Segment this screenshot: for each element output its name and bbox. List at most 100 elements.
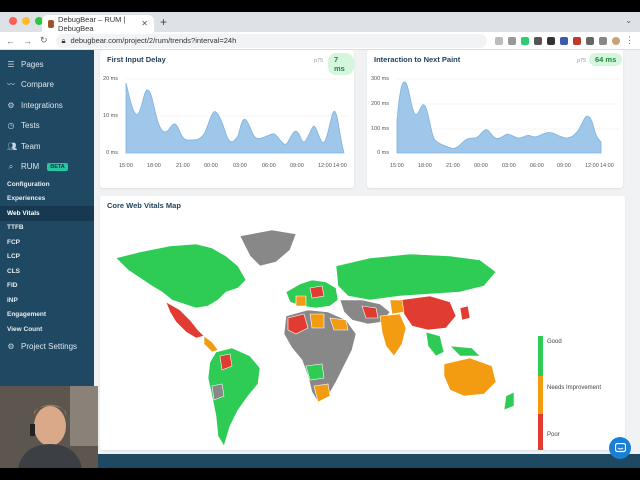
main-content: First Input Delay p75 7 ms 20 ms 10 ms 0… (94, 50, 640, 468)
map-indonesia[interactable] (449, 345, 481, 357)
sidebar-item-label: Project Settings (21, 342, 78, 352)
x-tick: 14:00 (600, 163, 614, 169)
legend-good-swatch (538, 336, 543, 376)
webcam-person-image (0, 386, 98, 468)
sidebar-sub-web-vitals[interactable]: Web Vitals (0, 206, 94, 221)
more-menu-icon[interactable]: ⋮ (625, 35, 634, 46)
map-algeria[interactable] (309, 313, 325, 329)
extension-shield-icon[interactable] (534, 36, 542, 45)
x-tick: 18:00 (147, 163, 161, 169)
sidebar-sub-view-count[interactable]: View Count (0, 322, 94, 337)
map-china[interactable] (399, 295, 457, 331)
sidebar-sub-configuration[interactable]: Configuration (0, 177, 94, 192)
reload-icon[interactable]: ↻ (40, 35, 48, 46)
extension-red-icon[interactable] (573, 36, 581, 45)
sidebar-sub-fcp[interactable]: FCP (0, 235, 94, 250)
map-japan[interactable] (459, 305, 471, 321)
extensions: ⋮ (495, 35, 634, 46)
tab-search-icon[interactable]: ⌄ (625, 16, 632, 25)
sidebar-item-label: Pages (21, 59, 44, 69)
puzzle-icon[interactable] (586, 36, 594, 45)
map-southeast-asia[interactable] (425, 331, 445, 357)
x-tick: 03:00 (502, 163, 516, 169)
sidebar-item-team[interactable]: 👥︎ Team (0, 136, 94, 157)
sidebar-item-pages[interactable]: ☰ Pages (0, 54, 94, 75)
map-russia[interactable] (335, 253, 497, 301)
sidebar-item-integrations[interactable]: ⚙ Integrations (0, 95, 94, 116)
map-india[interactable] (379, 313, 407, 357)
map-north-america[interactable] (115, 243, 247, 309)
new-tab-button[interactable]: + (160, 15, 167, 29)
legend-needs-improvement-swatch (538, 376, 543, 414)
extension-dark-icon[interactable] (547, 36, 555, 45)
fid-card: First Input Delay p75 7 ms 20 ms 10 ms 0… (100, 50, 354, 188)
x-tick: 14:00 (333, 163, 347, 169)
list-icon: ☰ (7, 59, 15, 69)
favicon-icon (48, 19, 55, 28)
tab-title: DebugBear – RUM | DebugBea (58, 14, 126, 33)
fid-area (125, 82, 345, 154)
forward-icon[interactable]: → (23, 36, 32, 46)
map-central-europe[interactable] (309, 285, 325, 299)
x-tick: 03:00 (233, 163, 247, 169)
webcam-overlay (0, 386, 98, 468)
gear-icon: ⚙ (7, 100, 15, 110)
toolbar: ← → ↻ 🔒︎ debugbear.com/project/2/rum/tre… (0, 32, 640, 50)
back-icon[interactable]: ← (6, 36, 15, 46)
extension-green-icon[interactable] (521, 36, 529, 45)
share-icon[interactable] (495, 36, 503, 45)
sidebar-item-tests[interactable]: ◷ Tests (0, 116, 94, 137)
sidebar-sub-fid[interactable]: FID (0, 279, 94, 294)
sidebar-item-compare[interactable]: 〰 Compare (0, 75, 94, 96)
sidebar-icon[interactable] (599, 36, 607, 45)
chat-button[interactable] (609, 437, 631, 459)
sidebar-sub-experiences[interactable]: Experiences (0, 192, 94, 207)
clock-icon: ◷ (7, 121, 15, 131)
x-tick: 18:00 (418, 163, 432, 169)
extension-blue-icon[interactable] (560, 36, 568, 45)
x-tick: 00:00 (474, 163, 488, 169)
search-icon: ⌕ (8, 161, 14, 171)
tab-bar: DebugBear – RUM | DebugBea ✕ + ⌄ (0, 12, 640, 33)
map-central-asia[interactable] (389, 299, 405, 315)
x-tick: 12:00 (318, 163, 332, 169)
sidebar-item-rum[interactable]: ⌕ RUM BETA (0, 157, 94, 178)
lock-icon: 🔒︎ (61, 35, 66, 45)
sidebar-item-project-settings[interactable]: ⚙ Project Settings (0, 337, 94, 358)
sidebar-sub-lcp[interactable]: LCP (0, 250, 94, 265)
avatar[interactable] (612, 36, 620, 45)
sidebar-sub-cls[interactable]: CLS (0, 264, 94, 279)
sidebar-item-label: Team (21, 141, 41, 151)
page-footer (94, 454, 640, 468)
bookmark-star-icon[interactable] (508, 36, 516, 45)
browser-tab[interactable]: DebugBear – RUM | DebugBea ✕ (42, 14, 154, 33)
beta-badge: BETA (47, 162, 68, 171)
sidebar-item-label: RUM (21, 162, 40, 172)
sidebar-sub-inp[interactable]: INP (0, 293, 94, 308)
close-tab-icon[interactable]: ✕ (141, 19, 148, 28)
sidebar-sub-ttfb[interactable]: TTFB (0, 221, 94, 236)
x-tick: 06:00 (530, 163, 544, 169)
fid-area-chart (125, 78, 350, 154)
close-window-button[interactable] (9, 17, 17, 25)
sidebar-item-label: Integrations (21, 100, 63, 110)
map-australia[interactable] (443, 357, 497, 397)
map-central-america[interactable] (203, 335, 219, 353)
legend-poor-swatch (538, 414, 543, 450)
x-tick: 12:00 (585, 163, 599, 169)
sidebar-item-label: Compare (21, 80, 54, 90)
legend-good-label: Good (547, 339, 562, 345)
map-spain[interactable] (295, 295, 307, 307)
sidebar-sub-engagement[interactable]: Engagement (0, 308, 94, 323)
map-greenland[interactable] (239, 229, 297, 267)
map-new-zealand[interactable] (503, 391, 515, 411)
url-text: debugbear.com/project/2/rum/trends?inter… (70, 36, 237, 45)
users-icon: 👥︎ (7, 141, 18, 151)
x-tick: 21:00 (446, 163, 460, 169)
x-tick: 06:00 (262, 163, 276, 169)
minimize-window-button[interactable] (22, 17, 30, 25)
gear-icon: ⚙ (7, 342, 15, 352)
x-tick: 15:00 (390, 163, 404, 169)
inp-area (396, 81, 602, 154)
address-bar[interactable]: 🔒︎ debugbear.com/project/2/rum/trends?in… (55, 33, 487, 48)
